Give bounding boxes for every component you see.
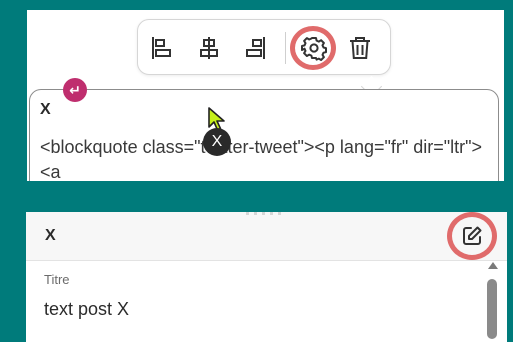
scrollbar[interactable] bbox=[485, 262, 499, 342]
align-right-icon bbox=[246, 37, 265, 59]
align-right-button[interactable] bbox=[239, 32, 271, 64]
card-title: X bbox=[45, 227, 56, 244]
embed-settings-card: X Titre bbox=[26, 212, 507, 342]
align-left-button[interactable] bbox=[146, 32, 178, 64]
block-toolbar bbox=[137, 19, 391, 98]
embed-block[interactable]: X <blockquote class="twitter-tweet"><p l… bbox=[29, 89, 499, 181]
embed-block-title: X bbox=[40, 101, 51, 118]
header-edge-dots bbox=[246, 212, 286, 215]
align-center-button[interactable] bbox=[193, 32, 225, 64]
edit-button[interactable] bbox=[459, 223, 485, 249]
title-field[interactable] bbox=[44, 297, 464, 321]
card-header: X bbox=[26, 212, 507, 261]
edit-icon bbox=[463, 226, 482, 245]
toolbar-divider bbox=[285, 32, 286, 64]
title-field-label: Titre bbox=[44, 272, 70, 287]
align-center-icon bbox=[200, 37, 218, 59]
block-editor-panel: X <blockquote class="twitter-tweet"><p l… bbox=[27, 10, 504, 181]
cursor-tooltip: X bbox=[203, 128, 231, 156]
delete-button[interactable] bbox=[344, 32, 376, 64]
trash-icon bbox=[350, 37, 370, 59]
scroll-up-arrow-icon[interactable] bbox=[488, 262, 498, 269]
settings-button[interactable] bbox=[298, 32, 330, 64]
scrollbar-thumb[interactable] bbox=[487, 279, 497, 339]
return-icon[interactable]: ↵ bbox=[63, 78, 87, 102]
embed-code-text[interactable]: <blockquote class="twitter-tweet"><p lan… bbox=[40, 135, 492, 181]
gear-icon bbox=[301, 37, 327, 61]
align-left-icon bbox=[152, 37, 171, 59]
